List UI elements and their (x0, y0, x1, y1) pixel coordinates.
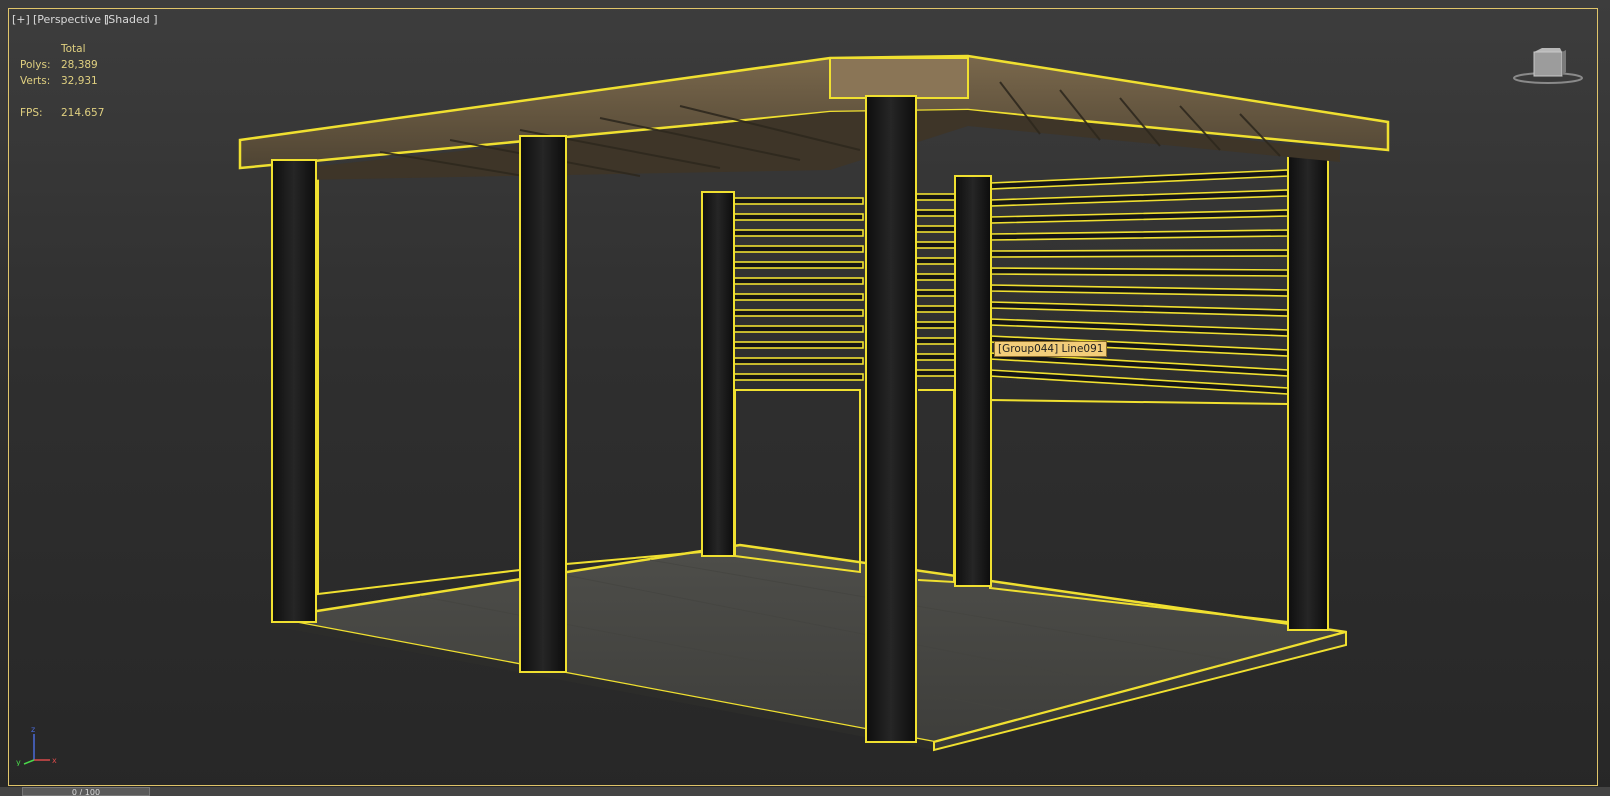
floor-slab (271, 543, 1347, 752)
slats-middle (915, 193, 959, 377)
viewcube-icon[interactable] (1512, 44, 1584, 90)
polys-value: 28,389 (61, 59, 98, 71)
stats-header: Total (61, 43, 86, 55)
object-tooltip: [Group044] Line091 (994, 341, 1108, 357)
fps-value: 214.657 (61, 107, 105, 119)
viewport-view-menu[interactable]: [Perspective ] (33, 13, 109, 26)
perspective-viewport[interactable]: [+] [Perspective ] [Shaded ] Total Polys… (0, 0, 1610, 796)
axis-z-label: z (31, 725, 35, 734)
viewport-shading-menu[interactable]: [Shaded ] (104, 13, 158, 26)
viewport-plus-menu[interactable]: [+] (12, 13, 30, 26)
polys-label: Polys: (20, 59, 51, 71)
roof (238, 54, 1390, 183)
slats-left (732, 197, 864, 381)
verts-value: 32,931 (61, 75, 98, 87)
verts-label: Verts: (20, 75, 51, 87)
time-slider-track[interactable]: 0 / 100 (0, 787, 1610, 796)
axis-tripod-icon: z x y (14, 724, 64, 767)
axis-y-label: y (16, 758, 21, 766)
pergola-scene[interactable] (0, 0, 1610, 796)
fps-label: FPS: (20, 107, 43, 119)
axis-x-label: x (52, 756, 57, 765)
time-slider-handle[interactable]: 0 / 100 (22, 787, 150, 796)
slats-right (989, 169, 1289, 395)
